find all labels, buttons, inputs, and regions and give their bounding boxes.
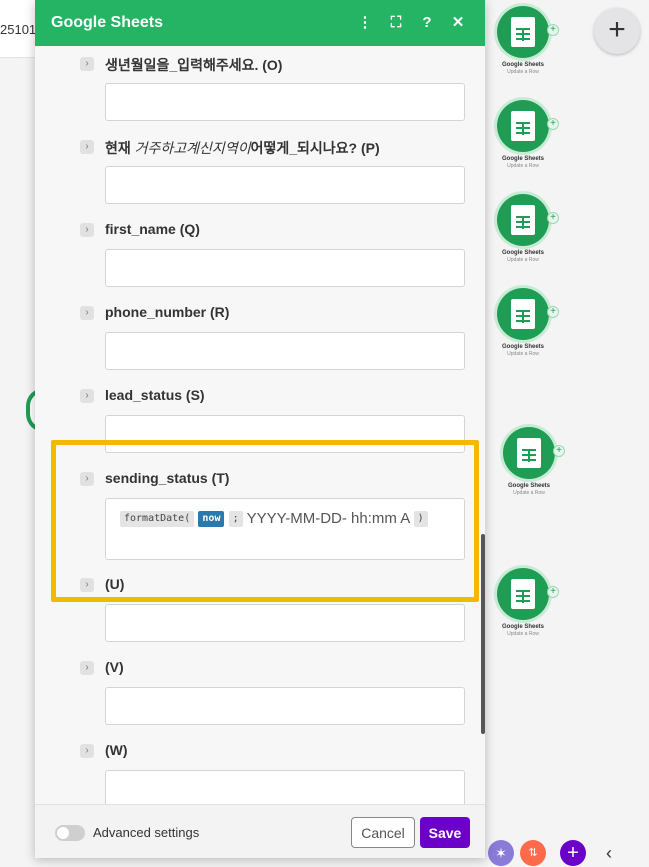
cancel-button[interactable]: Cancel (351, 817, 415, 848)
help-icon[interactable]: ? (416, 12, 438, 34)
close-paren-token[interactable]: ) (413, 511, 428, 528)
add-route-icon[interactable]: + (547, 586, 559, 598)
scenario-name-field[interactable]: 25101 (0, 0, 40, 58)
sheets-module[interactable]: + Google Sheets Update a Row (483, 100, 563, 169)
expand-icon[interactable]: › (80, 472, 94, 486)
google-sheets-icon: + (497, 288, 559, 340)
module-subtitle: Update a Row (507, 69, 539, 75)
add-route-icon[interactable]: + (553, 445, 565, 457)
sheets-module[interactable]: + Google Sheets Update a Row (483, 194, 563, 263)
format-string-text: YYYY-MM-DD- hh:mm A (246, 510, 410, 527)
expand-icon[interactable]: › (80, 57, 94, 71)
field-input[interactable] (105, 687, 465, 725)
sheets-module[interactable]: + Google Sheets Update a Row (483, 568, 563, 637)
field-label: 현재 거주하고계신지역이어떻게_되시나요? (P) (105, 138, 380, 158)
flow-icon[interactable]: ⇅ (520, 840, 546, 866)
module-settings-panel: Google Sheets ⋮ ⛶ ? ✕ › 생년월일을_입력해주세요. (O… (35, 0, 485, 858)
field-label: first_name (Q) (105, 221, 200, 237)
now-variable-token[interactable]: now (198, 511, 225, 528)
collapse-icon[interactable]: ‹ (596, 840, 622, 866)
field-input[interactable] (105, 332, 465, 370)
module-subtitle: Update a Row (513, 490, 545, 496)
add-route-icon[interactable]: + (547, 306, 559, 318)
tools-icon[interactable]: ✶ (488, 840, 514, 866)
add-route-icon[interactable]: + (547, 212, 559, 224)
sheets-module[interactable]: + Google Sheets Update a Row (489, 427, 569, 496)
field-label: (U) (105, 576, 125, 592)
maximize-icon[interactable]: ⛶ (385, 12, 407, 34)
expand-icon[interactable]: › (80, 223, 94, 237)
panel-header: Google Sheets ⋮ ⛶ ? ✕ (35, 0, 485, 46)
google-sheets-icon: + (503, 427, 565, 479)
sending-status-input[interactable]: formatDate( now ; YYYY-MM-DD- hh:mm A ) (105, 498, 465, 560)
panel-title: Google Sheets (51, 14, 164, 31)
more-options-icon[interactable]: ⋮ (354, 12, 376, 34)
google-sheets-icon: + (497, 6, 559, 58)
field-input[interactable] (105, 83, 465, 121)
module-title: Google Sheets (501, 344, 544, 350)
add-route-icon[interactable]: + (547, 24, 559, 36)
field-label: phone_number (R) (105, 304, 230, 320)
module-title: Google Sheets (501, 62, 544, 68)
add-route-icon[interactable]: + (547, 118, 559, 130)
field-input[interactable] (105, 415, 465, 453)
field-label: lead_status (S) (105, 387, 205, 403)
field-label: (W) (105, 742, 128, 758)
expand-icon[interactable]: › (80, 744, 94, 758)
google-sheets-icon: + (497, 568, 559, 620)
field-label: (V) (105, 659, 124, 675)
panel-body[interactable]: › 생년월일을_입력해주세요. (O) › 현재 거주하고계신지역이어떻게_되시… (35, 46, 485, 804)
google-sheets-icon: + (497, 100, 559, 152)
field-input[interactable] (105, 249, 465, 287)
module-subtitle: Update a Row (507, 631, 539, 637)
expand-icon[interactable]: › (80, 389, 94, 403)
module-title: Google Sheets (501, 250, 544, 256)
expand-icon[interactable]: › (80, 661, 94, 675)
module-subtitle: Update a Row (507, 163, 539, 169)
field-input[interactable] (105, 770, 465, 804)
format-date-token[interactable]: formatDate( (120, 511, 195, 528)
separator-token[interactable]: ; (228, 511, 243, 528)
panel-footer: Advanced settings Cancel Save (35, 804, 485, 858)
module-title: Google Sheets (501, 156, 544, 162)
save-button[interactable]: Save (420, 817, 470, 848)
field-label: sending_status (T) (105, 470, 230, 486)
expand-icon[interactable]: › (80, 140, 94, 154)
scrollbar-thumb[interactable] (481, 534, 485, 734)
scenario-name-text: 25101 (0, 22, 37, 37)
module-subtitle: Update a Row (507, 351, 539, 357)
sheets-module[interactable]: + Google Sheets Update a Row (483, 6, 563, 75)
module-title: Google Sheets (507, 483, 550, 489)
field-input[interactable] (105, 166, 465, 204)
module-subtitle: Update a Row (507, 257, 539, 263)
field-label: 생년월일을_입력해주세요. (O) (105, 57, 283, 73)
expand-icon[interactable]: › (80, 306, 94, 320)
field-label-suffix: 어떻게_되시나요? (P) (250, 140, 380, 156)
add-icon[interactable]: + (560, 840, 586, 866)
field-input[interactable] (105, 604, 465, 642)
field-label-prefix: 현재 (105, 140, 131, 156)
field-label-italic: 거주하고계신지역이 (134, 140, 251, 156)
close-icon[interactable]: ✕ (447, 12, 469, 34)
expand-icon[interactable]: › (80, 578, 94, 592)
sheets-module[interactable]: + Google Sheets Update a Row (483, 288, 563, 357)
add-module-button[interactable]: + (594, 8, 640, 54)
advanced-settings-label: Advanced settings (93, 825, 200, 840)
module-title: Google Sheets (501, 624, 544, 630)
advanced-settings-toggle[interactable] (55, 825, 85, 841)
google-sheets-icon: + (497, 194, 559, 246)
